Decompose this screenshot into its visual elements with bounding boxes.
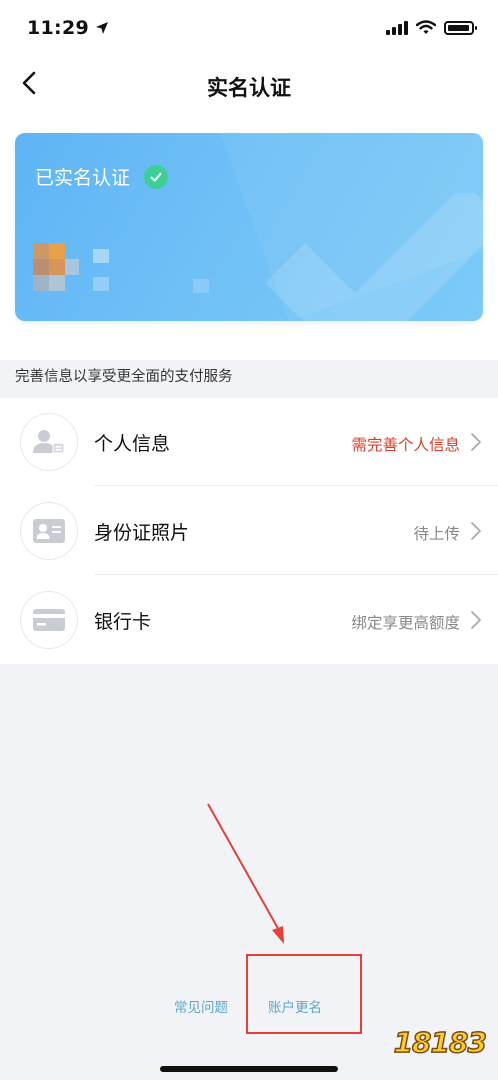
verified-card: 已实名认证 [15,133,483,321]
list-item-id-photo[interactable]: 身份证照片 待上传 [0,487,498,575]
list-item-bank-card[interactable]: 银行卡 绑定享更高额度 [0,576,498,664]
chevron-right-icon [471,433,481,451]
check-circle-icon [144,164,169,189]
status-icons [386,20,477,35]
list-item-status: 需完善个人信息 [351,436,460,454]
faq-link[interactable]: 常见问题 [174,996,228,1016]
location-arrow-icon [95,22,108,34]
page-title: 实名认证 [207,76,291,100]
list-item-status: 绑定享更高额度 [351,614,460,632]
site-watermark-logo: 18183 [393,1025,488,1060]
home-indicator[interactable] [160,1066,338,1072]
watermark-text: 18183 [393,1025,488,1060]
real-name-verification-screen: 11:29 实名认证 已实名认证 完善信息以享受更全面的支付服务 个人信息 需完… [0,0,498,1080]
list-item-label: 身份证照片 [94,522,190,544]
battery-icon [444,20,477,35]
card-status-text: 已实名认证 [35,167,131,189]
info-hint: 完善信息以享受更全面的支付服务 [15,369,233,385]
annotation-highlight-box [246,954,362,1034]
card-status: 已实名认证 [35,163,169,190]
chevron-right-icon [471,522,481,540]
id-card-icon [20,502,78,560]
list-item-label: 个人信息 [94,433,171,455]
person-id-icon [20,413,78,471]
wifi-icon [416,20,436,34]
list-item-label: 银行卡 [94,611,152,633]
signal-icon [386,20,408,35]
info-list: 个人信息 需完善个人信息 身份证照片 待上传 银行卡 绑定享更高额度 [0,398,498,664]
bank-card-icon [20,591,78,649]
chevron-right-icon [471,611,481,629]
status-time-group: 11:29 [27,17,109,39]
masked-name [33,243,209,293]
nav-bar: 实名认证 [0,58,498,112]
list-item-personal-info[interactable]: 个人信息 需完善个人信息 [0,398,498,486]
card-watermark-check-icon [265,193,483,321]
divider [94,574,498,575]
list-item-status: 待上传 [413,525,460,543]
divider [94,485,498,486]
status-bar: 11:29 [0,0,498,58]
status-time: 11:29 [27,17,89,39]
